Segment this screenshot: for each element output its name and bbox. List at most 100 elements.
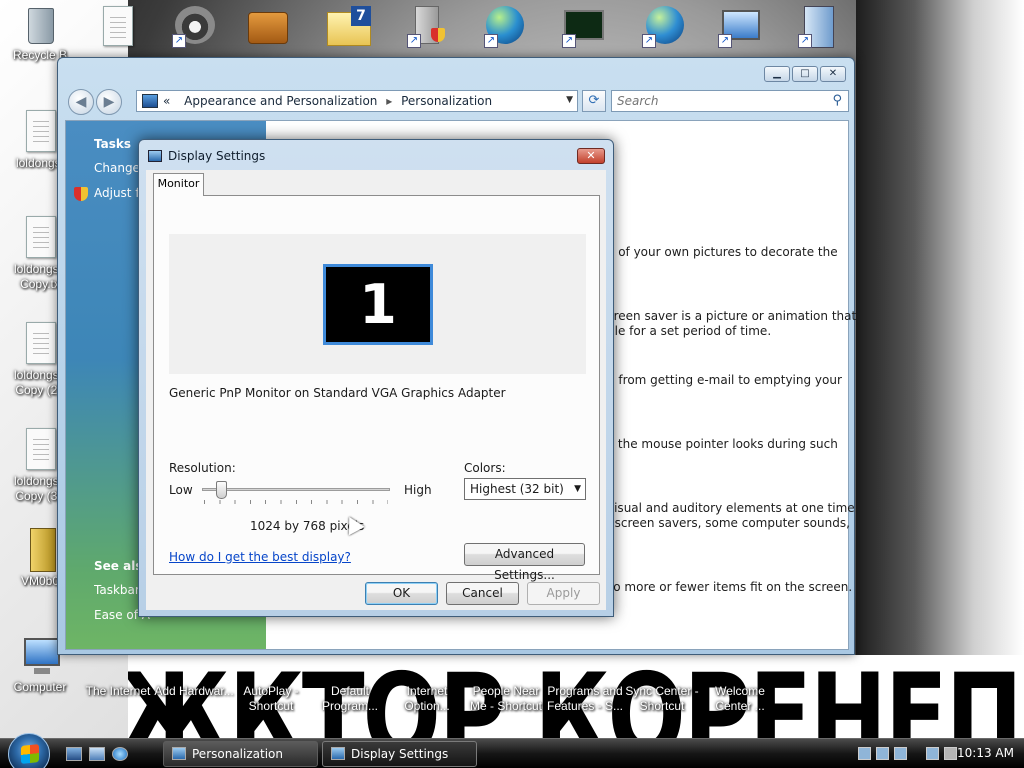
internet-options-icon[interactable]: Internet Option... — [387, 650, 467, 714]
colors-label: Colors: — [464, 461, 506, 475]
recycle-bin-icon[interactable]: Recycle B — [0, 2, 80, 63]
text-file-icon[interactable] — [97, 4, 145, 48]
desktop-icon-label: AutoPlay - Shortcut — [243, 684, 299, 713]
switch-windows-icon[interactable] — [89, 747, 105, 761]
minimize-button[interactable]: ▁ — [764, 66, 790, 82]
window-caption-buttons: ▁ □ ✕ — [764, 66, 846, 82]
resolution-slider-ticks — [204, 500, 388, 504]
show-desktop-icon[interactable] — [66, 747, 82, 761]
desktop-icon-label: The Internet — [85, 684, 151, 698]
monitor-thumbnail[interactable]: 1 — [323, 264, 433, 345]
option-description: e of your own pictures to decorate the — [607, 245, 838, 259]
desktop-icon-label: Internet Option... — [404, 684, 450, 713]
dialog-title: Display Settings — [168, 149, 266, 163]
colors-selected-value: Highest (32 bit) — [470, 482, 564, 496]
dialog-body: Monitor 1 Generic PnP Monitor on Standar… — [146, 170, 606, 610]
internet-explorer-quicklaunch-icon[interactable] — [112, 747, 128, 761]
ok-button[interactable]: OK — [365, 582, 438, 605]
programs-features-icon[interactable]: Programs and Features - S... — [545, 650, 625, 714]
colors-select[interactable]: Highest (32 bit) ▼ — [464, 478, 586, 500]
forward-button[interactable]: ▶ — [96, 89, 122, 115]
breadcrumb-personalization[interactable]: Personalization — [401, 94, 492, 108]
wallpaper-gradient — [856, 0, 1024, 738]
welcome-center-icon[interactable]: Welcome Center ... — [700, 650, 780, 714]
taskbar-button-label: Display Settings — [351, 747, 449, 761]
monitor-preview: 1 — [169, 234, 586, 374]
internet-explorer-icon[interactable]: The Internet — [78, 650, 158, 699]
resolution-slider-track[interactable] — [202, 488, 390, 491]
search-input[interactable] — [617, 92, 822, 110]
taskbar: Personalization Display Settings 10:13 A… — [0, 733, 1024, 768]
maximize-button[interactable]: □ — [792, 66, 818, 82]
folder-seven-icon[interactable]: 7 — [325, 4, 373, 48]
desktop-icon-label: People Near Me - Shortcut — [469, 684, 543, 713]
address-bar[interactable]: « Appearance and Personalization ▸ Perso… — [136, 90, 578, 112]
desktop-icon-label: Computer — [13, 680, 67, 694]
control-panel-icon — [142, 94, 158, 108]
chevron-down-icon[interactable]: ▼ — [566, 95, 573, 105]
sync-center-icon[interactable]: Sync Center - Shortcut — [622, 650, 702, 714]
internet-globe-icon[interactable]: ↗ — [640, 4, 688, 48]
tray-sync-icon[interactable] — [894, 747, 907, 760]
notification-area: 10:13 AM — [852, 739, 1024, 768]
control-panel-icon — [172, 747, 186, 760]
window-pane-icon[interactable]: ↗ — [796, 4, 844, 48]
desktop-icon-label: Welcome Center ... — [715, 684, 765, 713]
monitor-tab-panel: 1 Generic PnP Monitor on Standard VGA Gr… — [153, 195, 600, 582]
volume-muted-icon[interactable] — [944, 747, 957, 760]
performance-monitor-icon[interactable]: ↗ — [560, 4, 608, 48]
tab-monitor[interactable]: Monitor — [153, 173, 204, 196]
apply-button[interactable]: Apply — [527, 582, 600, 605]
display-settings-icon — [331, 747, 345, 760]
desktop-icon-label: Programs and Features - S... — [546, 684, 624, 713]
option-description: dle for a set period of time. — [607, 324, 772, 338]
tray-app-icon[interactable] — [858, 747, 871, 760]
resolution-label: Resolution: — [169, 461, 236, 475]
resolution-low-label: Low — [169, 483, 193, 497]
start-button[interactable] — [8, 733, 50, 768]
search-icon[interactable]: ⚲ — [832, 93, 842, 108]
breadcrumb-overflow[interactable]: « — [163, 94, 170, 108]
resolution-high-label: High — [404, 483, 432, 497]
option-description: v the mouse pointer looks during such — [607, 437, 838, 451]
desktop-icon-label: Add Hardwar... — [154, 684, 234, 698]
raccoon-shortcut-icon[interactable]: ↗ — [170, 4, 218, 48]
shield-icon — [74, 187, 88, 201]
taskbar-button-display-settings[interactable]: Display Settings — [322, 741, 477, 767]
system-clock[interactable]: 10:13 AM — [957, 746, 1014, 760]
breadcrumb: « Appearance and Personalization ▸ Perso… — [163, 94, 493, 108]
people-near-me-icon[interactable]: People Near Me - Shortcut — [466, 650, 546, 714]
back-button[interactable]: ◀ — [68, 89, 94, 115]
desktop-icon-label: Sync Center - Shortcut — [625, 684, 699, 713]
close-button[interactable]: ✕ — [820, 66, 846, 82]
add-hardware-icon[interactable]: Add Hardwar... — [154, 650, 234, 699]
option-description: creen saver is a picture or animation th… — [607, 309, 857, 323]
tasks-header: Tasks — [94, 137, 132, 151]
option-description: visual and auditory elements at one time — [607, 501, 855, 515]
resolution-slider-thumb[interactable] — [216, 481, 227, 499]
security-shortcut-icon[interactable]: ↗ — [405, 4, 453, 48]
advanced-settings-button[interactable]: Advanced Settings... — [464, 543, 585, 582]
tray-devices-icon[interactable] — [926, 747, 939, 760]
network-globe-icon[interactable]: ↗ — [482, 4, 530, 48]
tray-network-icon[interactable] — [876, 747, 889, 760]
taskbar-button-personalization[interactable]: Personalization — [163, 741, 318, 767]
monitor-name: Generic PnP Monitor on Standard VGA Grap… — [169, 386, 506, 400]
default-programs-icon[interactable]: Default Program... — [310, 650, 390, 714]
refresh-button[interactable]: ⟳ — [582, 90, 606, 112]
option-description: , screen savers, some computer sounds, — [607, 516, 850, 530]
best-display-help-link[interactable]: How do I get the best display? — [169, 550, 351, 564]
cancel-button[interactable]: Cancel — [446, 582, 519, 605]
option-description: g from getting e-mail to emptying your — [607, 373, 842, 387]
briefcase-icon[interactable] — [244, 4, 292, 48]
display-check-icon[interactable]: ↗ — [716, 4, 764, 48]
desktop-icon-label: Default Program... — [321, 684, 378, 713]
display-settings-dialog[interactable]: Display Settings ✕ Monitor 1 Generic PnP… — [138, 139, 614, 617]
autoplay-icon[interactable]: AutoPlay - Shortcut — [231, 650, 311, 714]
dialog-close-button[interactable]: ✕ — [577, 148, 605, 164]
display-settings-icon — [148, 150, 162, 162]
search-box[interactable]: ⚲ — [611, 90, 849, 112]
breadcrumb-appearance[interactable]: Appearance and Personalization — [184, 94, 377, 108]
chevron-down-icon[interactable]: ▼ — [574, 479, 581, 499]
taskbar-button-label: Personalization — [192, 747, 283, 761]
